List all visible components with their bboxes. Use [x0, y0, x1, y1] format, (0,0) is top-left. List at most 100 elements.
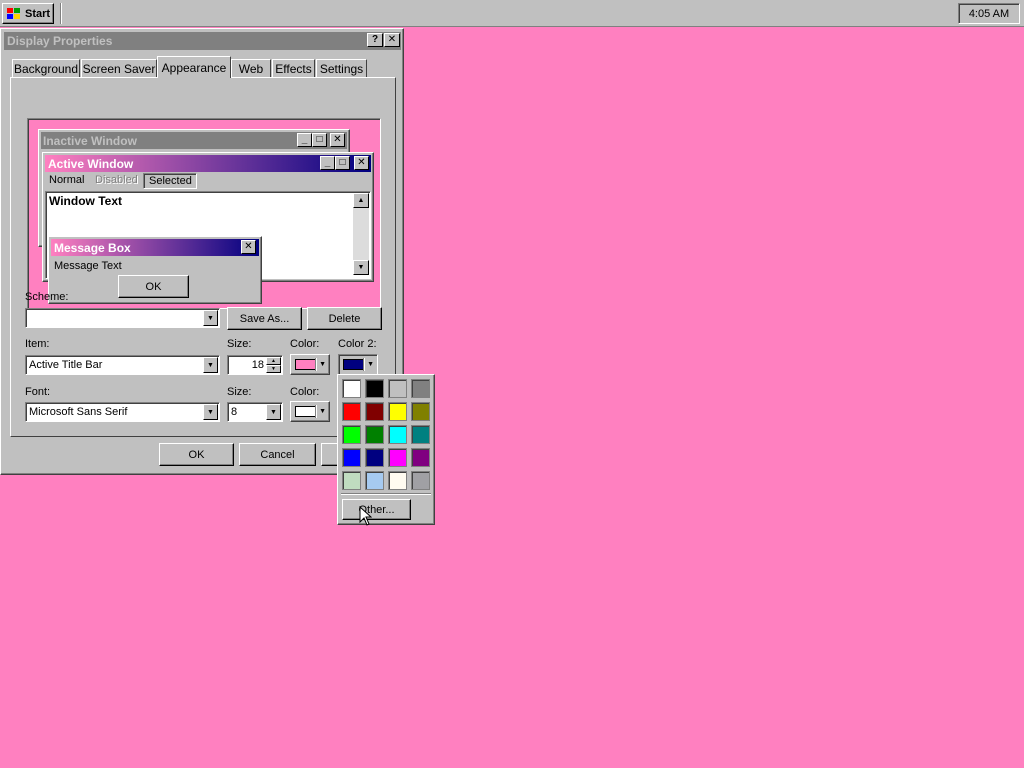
color-swatch[interactable] — [365, 379, 384, 398]
font-color-label: Color: — [290, 386, 320, 398]
maximize-icon: □ — [335, 156, 350, 170]
ok-button[interactable]: OK — [159, 443, 234, 466]
help-button[interactable]: ? — [367, 33, 383, 47]
scheme-dropdown[interactable]: ▼ — [25, 308, 220, 328]
item-color2-swatch — [343, 359, 365, 370]
color-swatch[interactable] — [365, 402, 384, 421]
message-ok-button: OK — [118, 275, 189, 298]
color-swatch[interactable] — [342, 425, 361, 444]
color-swatch[interactable] — [342, 402, 361, 421]
color-swatch[interactable] — [388, 379, 407, 398]
chevron-down-icon[interactable]: ▼ — [203, 310, 218, 326]
font-size-dropdown[interactable]: 8 ▼ — [227, 402, 283, 422]
close-button[interactable]: ✕ — [384, 33, 400, 47]
chevron-down-icon: ▼ — [367, 361, 374, 368]
dialog-title: Display Properties — [7, 34, 113, 48]
active-titlebar: Active Window _ □ ✕ — [45, 155, 371, 172]
cancel-button[interactable]: Cancel — [239, 443, 316, 466]
palette-divider — [341, 493, 431, 495]
font-color-button[interactable]: ▼ — [290, 401, 330, 422]
color-swatch[interactable] — [342, 448, 361, 467]
start-button[interactable]: Start — [2, 3, 54, 24]
font-color-swatch — [295, 406, 317, 417]
color-swatch[interactable] — [411, 402, 430, 421]
color-swatch[interactable] — [388, 448, 407, 467]
font-value: Microsoft Sans Serif — [29, 406, 128, 418]
color-swatch[interactable] — [342, 471, 361, 490]
clock[interactable]: 4:05 AM — [969, 8, 1009, 20]
scrollbar: ▲ ▼ — [353, 193, 369, 275]
close-icon: ✕ — [354, 156, 369, 170]
tab-label: Settings — [319, 62, 364, 76]
color-swatch[interactable] — [388, 425, 407, 444]
item-label: Item: — [25, 338, 50, 350]
color-button-divider — [315, 405, 317, 418]
close-icon: ✕ — [330, 133, 345, 147]
tab-web[interactable]: Web — [231, 59, 271, 78]
chevron-down-icon: ▼ — [319, 361, 326, 368]
item-color-label: Color: — [290, 338, 320, 350]
item-size-label: Size: — [227, 338, 252, 350]
item-size-spinner[interactable]: 18 ▲ ▼ — [227, 355, 283, 375]
tab-label: Appearance — [161, 60, 227, 75]
color-swatch[interactable] — [365, 448, 384, 467]
color-swatch[interactable] — [411, 379, 430, 398]
minimize-icon: _ — [320, 156, 335, 170]
color-button-divider — [363, 358, 365, 371]
maximize-icon: □ — [312, 133, 327, 147]
item-color-button[interactable]: ▼ — [290, 354, 330, 375]
item-color-swatch — [295, 359, 317, 370]
message-box-title: Message Box — [54, 240, 131, 255]
tab-appearance[interactable]: Appearance — [157, 56, 231, 78]
scheme-label: Scheme: — [25, 291, 69, 303]
color-swatch[interactable] — [342, 379, 361, 398]
color-swatch[interactable] — [365, 425, 384, 444]
start-label: Start — [25, 7, 51, 20]
font-dropdown[interactable]: Microsoft Sans Serif ▼ — [25, 402, 220, 422]
color-swatch[interactable] — [388, 471, 407, 490]
dialog-titlebar[interactable]: Display Properties ? ✕ — [4, 32, 401, 50]
color-swatch[interactable] — [411, 425, 430, 444]
save-as-button[interactable]: Save As... — [227, 307, 302, 330]
other-color-button[interactable]: Other... — [342, 499, 411, 520]
taskbar-separator — [60, 3, 62, 24]
appearance-preview[interactable]: Inactive Window _ □ ✕ Active Window _ □ … — [27, 118, 381, 309]
inactive-title: Inactive Window — [43, 133, 137, 148]
color-swatch[interactable] — [365, 471, 384, 490]
tab-label: Web — [238, 62, 264, 76]
font-size-value: 8 — [231, 406, 238, 418]
font-size-label: Size: — [227, 386, 252, 398]
close-icon: ✕ — [387, 34, 397, 45]
tab-settings[interactable]: Settings — [316, 59, 367, 78]
tab-label: Effects — [275, 62, 312, 76]
delete-button[interactable]: Delete — [307, 307, 382, 330]
tab-background[interactable]: Background — [12, 59, 80, 78]
menu-normal: Normal — [49, 174, 85, 186]
inactive-titlebar: Inactive Window _ □ ✕ — [41, 132, 347, 149]
chevron-down-icon[interactable]: ▼ — [203, 357, 218, 373]
tab-effects[interactable]: Effects — [272, 59, 315, 78]
menu-disabled: Disabled — [95, 174, 138, 186]
scroll-up-icon: ▲ — [353, 193, 369, 208]
message-box-titlebar: Message Box ✕ — [51, 239, 259, 256]
message-box-preview: Message Box ✕ Message Text OK — [48, 236, 262, 304]
color-swatch[interactable] — [411, 471, 430, 490]
spin-up-icon[interactable]: ▲ — [266, 357, 281, 365]
message-text: Message Text — [54, 260, 122, 272]
chevron-down-icon: ▼ — [319, 408, 326, 415]
menu-selected: Selected — [143, 173, 197, 189]
tab-label: Screen Saver — [82, 62, 156, 76]
spin-down-icon[interactable]: ▼ — [266, 365, 281, 373]
item-dropdown[interactable]: Active Title Bar ▼ — [25, 355, 220, 375]
chevron-down-icon[interactable]: ▼ — [266, 404, 281, 420]
taskbar: Start 4:05 AM — [0, 0, 1024, 27]
tab-screen-saver[interactable]: Screen Saver — [81, 59, 157, 78]
color-swatch[interactable] — [388, 402, 407, 421]
system-tray: 4:05 AM — [958, 3, 1020, 24]
color-swatch[interactable] — [411, 448, 430, 467]
minimize-icon: _ — [297, 133, 312, 147]
chevron-down-icon[interactable]: ▼ — [203, 404, 218, 420]
item-color2-label: Color 2: — [338, 338, 377, 350]
item-color2-button[interactable]: ▼ — [338, 354, 378, 375]
help-icon: ? — [371, 34, 379, 45]
